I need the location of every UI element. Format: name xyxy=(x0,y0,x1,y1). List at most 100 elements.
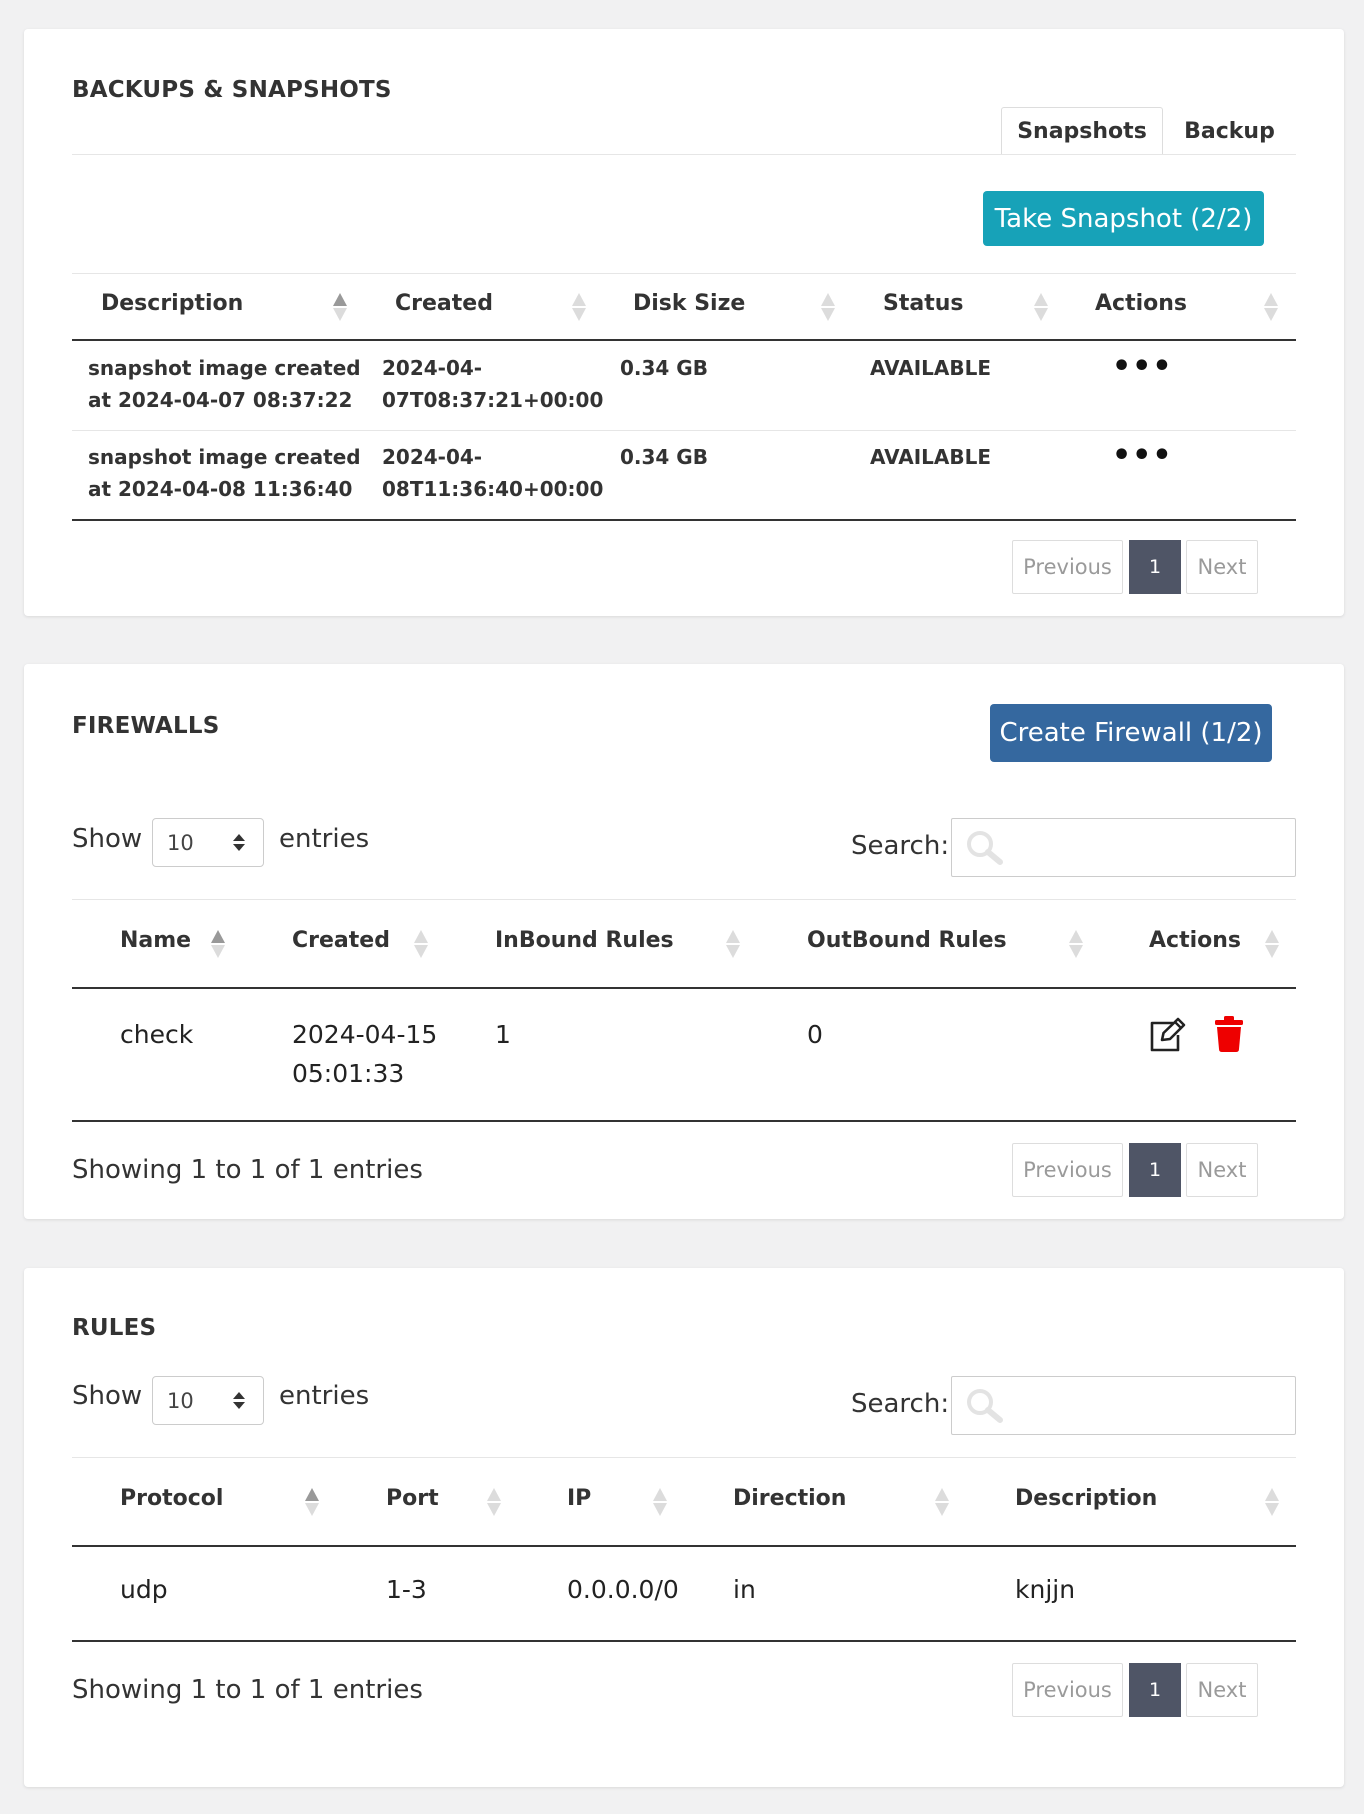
edit-icon[interactable] xyxy=(1147,1017,1187,1053)
tab-backup-label: Backup xyxy=(1184,118,1275,144)
take-snapshot-button[interactable]: Take Snapshot (2/2) xyxy=(983,191,1264,246)
search-label: Search: xyxy=(851,831,950,861)
col-status[interactable]: Status xyxy=(883,291,963,316)
rules-title: RULES xyxy=(72,1315,157,1341)
snapshot-description-line1: snapshot image created xyxy=(88,356,361,380)
snapshot-created-line2: 07T08:37:21+00:00 xyxy=(382,388,604,412)
col-created[interactable]: Created xyxy=(292,928,390,953)
sort-icon[interactable] xyxy=(821,293,835,321)
col-disk-size[interactable]: Disk Size xyxy=(633,291,745,316)
pagination-previous[interactable]: Previous xyxy=(1012,1663,1123,1717)
rules-header-top-border xyxy=(72,1457,1296,1458)
pagination-previous[interactable]: Previous xyxy=(1012,540,1123,594)
tab-snapshots-label: Snapshots xyxy=(1017,118,1147,144)
pagination-next[interactable]: Next xyxy=(1186,1663,1258,1717)
more-icon[interactable]: ••• xyxy=(1112,441,1173,471)
pagination-current-page[interactable]: 1 xyxy=(1129,1143,1181,1197)
tabs-divider xyxy=(72,154,1296,155)
sort-icon[interactable] xyxy=(333,293,347,321)
col-description[interactable]: Description xyxy=(1015,1486,1157,1511)
table-info: Showing 1 to 1 of 1 entries xyxy=(72,1155,423,1185)
row-divider xyxy=(72,430,1296,431)
pagination-current-page[interactable]: 1 xyxy=(1129,1663,1181,1717)
firewall-created-line2: 05:01:33 xyxy=(292,1059,405,1088)
create-firewall-button[interactable]: Create Firewall (1/2) xyxy=(990,704,1272,762)
sort-icon[interactable] xyxy=(414,930,428,958)
sort-icon[interactable] xyxy=(305,1488,319,1516)
show-label: Show xyxy=(72,824,143,854)
snapshot-description-line2: at 2024-04-07 08:37:22 xyxy=(88,388,353,412)
search-icon xyxy=(967,831,1003,865)
sort-icon[interactable] xyxy=(1034,293,1048,321)
col-description[interactable]: Description xyxy=(101,291,243,316)
search-icon xyxy=(967,1389,1003,1423)
sort-icon[interactable] xyxy=(1264,293,1278,321)
col-port[interactable]: Port xyxy=(386,1486,439,1511)
tab-snapshots[interactable]: Snapshots xyxy=(1001,107,1163,155)
snapshots-header-bottom-border xyxy=(72,339,1296,341)
pagination-previous[interactable]: Previous xyxy=(1012,1143,1123,1197)
sort-icon[interactable] xyxy=(653,1488,667,1516)
page-size-select[interactable]: 10 xyxy=(152,818,264,867)
sort-icon[interactable] xyxy=(1265,930,1279,958)
sort-icon[interactable] xyxy=(211,930,225,958)
page-size-value: 10 xyxy=(167,1388,194,1413)
firewalls-header-bottom-border xyxy=(72,987,1296,989)
trash-icon[interactable] xyxy=(1214,1016,1244,1052)
firewall-inbound-rules: 1 xyxy=(495,1020,511,1049)
sort-icon[interactable] xyxy=(935,1488,949,1516)
more-icon[interactable]: ••• xyxy=(1112,352,1173,382)
snapshots-header-top-border xyxy=(72,273,1296,274)
snapshot-description-line1: snapshot image created xyxy=(88,445,361,469)
backups-card: BACKUPS & SNAPSHOTS Snapshots Backup Tak… xyxy=(24,29,1344,616)
entries-label: entries xyxy=(279,1381,370,1411)
select-arrows-icon xyxy=(233,834,245,852)
sort-icon[interactable] xyxy=(572,293,586,321)
col-protocol[interactable]: Protocol xyxy=(120,1486,223,1511)
firewall-outbound-rules: 0 xyxy=(807,1020,823,1049)
page-size-select[interactable]: 10 xyxy=(152,1376,264,1425)
sort-icon[interactable] xyxy=(487,1488,501,1516)
snapshot-created-line2: 08T11:36:40+00:00 xyxy=(382,477,604,501)
snapshot-status: AVAILABLE xyxy=(870,356,992,380)
backups-title: BACKUPS & SNAPSHOTS xyxy=(72,77,392,103)
snapshot-created-line1: 2024-04- xyxy=(382,445,483,469)
rules-card: RULES Show 10 entries Search: Protocol P… xyxy=(24,1268,1344,1787)
snapshot-description-line2: at 2024-04-08 11:36:40 xyxy=(88,477,353,501)
firewalls-card: FIREWALLS Create Firewall (1/2) Show 10 … xyxy=(24,664,1344,1219)
page-size-value: 10 xyxy=(167,830,194,855)
select-arrows-icon xyxy=(233,1392,245,1410)
search-input[interactable] xyxy=(951,818,1296,877)
col-outbound-rules[interactable]: OutBound Rules xyxy=(807,928,1007,953)
sort-icon[interactable] xyxy=(1265,1488,1279,1516)
sort-icon[interactable] xyxy=(726,930,740,958)
firewall-created-line1: 2024-04-15 xyxy=(292,1020,438,1049)
col-actions[interactable]: Actions xyxy=(1095,291,1187,316)
search-input[interactable] xyxy=(951,1376,1296,1435)
snapshots-table-bottom-border xyxy=(72,519,1296,521)
pagination-next[interactable]: Next xyxy=(1186,1143,1258,1197)
search-label: Search: xyxy=(851,1389,950,1419)
sort-icon[interactable] xyxy=(1069,930,1083,958)
col-inbound-rules[interactable]: InBound Rules xyxy=(495,928,674,953)
col-name[interactable]: Name xyxy=(120,928,191,953)
pagination-current-page[interactable]: 1 xyxy=(1129,540,1181,594)
col-created[interactable]: Created xyxy=(395,291,493,316)
snapshot-disk-size: 0.34 GB xyxy=(620,445,708,469)
pagination-next[interactable]: Next xyxy=(1186,540,1258,594)
rule-description: knjjn xyxy=(1015,1575,1076,1604)
show-label: Show xyxy=(72,1381,143,1411)
tab-backup[interactable]: Backup xyxy=(1163,107,1296,155)
rule-protocol: udp xyxy=(120,1575,168,1604)
rule-port: 1-3 xyxy=(386,1575,427,1604)
firewall-name: check xyxy=(120,1020,194,1049)
rules-header-bottom-border xyxy=(72,1545,1296,1547)
rules-table-bottom-border xyxy=(72,1640,1296,1642)
firewalls-table-bottom-border xyxy=(72,1120,1296,1122)
col-actions[interactable]: Actions xyxy=(1149,928,1241,953)
col-direction[interactable]: Direction xyxy=(733,1486,846,1511)
snapshot-created-line1: 2024-04- xyxy=(382,356,483,380)
col-ip[interactable]: IP xyxy=(567,1486,591,1511)
firewalls-header-top-border xyxy=(72,899,1296,900)
firewalls-title: FIREWALLS xyxy=(72,713,220,739)
